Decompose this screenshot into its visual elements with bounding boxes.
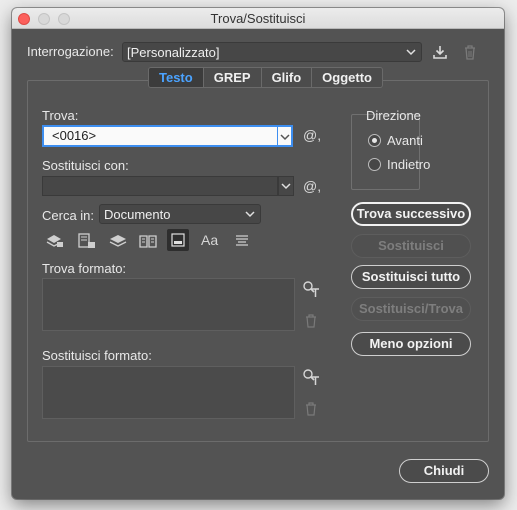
replace-format-box[interactable] — [42, 366, 295, 419]
locked-layers-icon[interactable] — [45, 232, 65, 250]
tab-glifo[interactable]: Glifo — [260, 68, 312, 87]
chevron-down-icon — [280, 134, 290, 141]
fewer-options-button[interactable]: Meno opzioni — [351, 332, 471, 356]
tab-grep[interactable]: GREP — [202, 68, 261, 87]
replace-all-button[interactable]: Sostituisci tutto — [351, 265, 471, 289]
mode-tabs: Testo GREP Glifo Oggetto — [148, 67, 383, 88]
radio-forward-label[interactable]: Avanti — [387, 133, 423, 148]
query-label: Interrogazione: — [27, 44, 114, 59]
replace-format-label: Sostituisci formato: — [42, 348, 152, 363]
specify-replace-format-icon[interactable] — [301, 367, 321, 387]
chevron-down-icon — [406, 49, 416, 56]
hidden-layers-icon[interactable] — [108, 232, 128, 250]
replace-input[interactable] — [42, 176, 278, 196]
chevron-down-icon — [245, 211, 255, 218]
radio-forward[interactable] — [368, 134, 381, 147]
find-format-label: Trova formato: — [42, 261, 127, 276]
find-input[interactable]: <0016> — [42, 125, 279, 147]
radio-backward[interactable] — [368, 158, 381, 171]
locked-stories-icon[interactable] — [77, 232, 97, 250]
replace-history-dropdown[interactable] — [278, 176, 294, 196]
replace-special-chars-icon[interactable]: @, — [303, 178, 321, 194]
title-bar: Trova/Sostituisci — [12, 8, 504, 29]
specify-find-format-icon[interactable] — [301, 279, 321, 299]
replace-find-button[interactable]: Sostituisci/Trova — [351, 297, 471, 321]
case-sensitive-icon[interactable]: Aa — [201, 232, 218, 248]
direction-group — [351, 114, 420, 190]
find-format-box[interactable] — [42, 278, 295, 331]
save-query-icon[interactable] — [430, 42, 450, 62]
search-in-label: Cerca in: — [42, 208, 95, 223]
tab-testo[interactable]: Testo — [149, 68, 203, 87]
tab-oggetto[interactable]: Oggetto — [311, 68, 382, 87]
replace-button[interactable]: Sostituisci — [351, 234, 471, 258]
trash-icon[interactable] — [460, 42, 480, 62]
whole-word-icon[interactable] — [232, 232, 252, 250]
close-button[interactable]: Chiudi — [399, 459, 489, 483]
replace-label: Sostituisci con: — [42, 158, 129, 173]
search-in-value: Documento — [104, 207, 171, 222]
direction-label: Direzione — [366, 108, 421, 123]
search-in-dropdown[interactable]: Documento — [99, 204, 261, 224]
find-history-dropdown[interactable] — [277, 125, 293, 147]
query-value: [Personalizzato] — [127, 45, 220, 60]
chevron-down-icon — [281, 183, 291, 190]
radio-backward-label[interactable]: Indietro — [387, 157, 430, 172]
clear-replace-format-icon[interactable] — [301, 400, 321, 418]
clear-find-format-icon[interactable] — [301, 312, 321, 330]
window-title: Trova/Sostituisci — [210, 11, 306, 26]
find-replace-dialog: Trova/Sostituisci Interrogazione: [Perso… — [12, 8, 504, 499]
find-value: <0016> — [52, 128, 97, 143]
master-pages-icon[interactable] — [138, 232, 158, 250]
find-next-button[interactable]: Trova successivo — [351, 202, 471, 226]
find-label: Trova: — [42, 108, 79, 123]
footnotes-icon[interactable] — [167, 229, 189, 251]
find-special-chars-icon[interactable]: @, — [303, 127, 321, 143]
query-dropdown[interactable]: [Personalizzato] — [122, 42, 422, 62]
